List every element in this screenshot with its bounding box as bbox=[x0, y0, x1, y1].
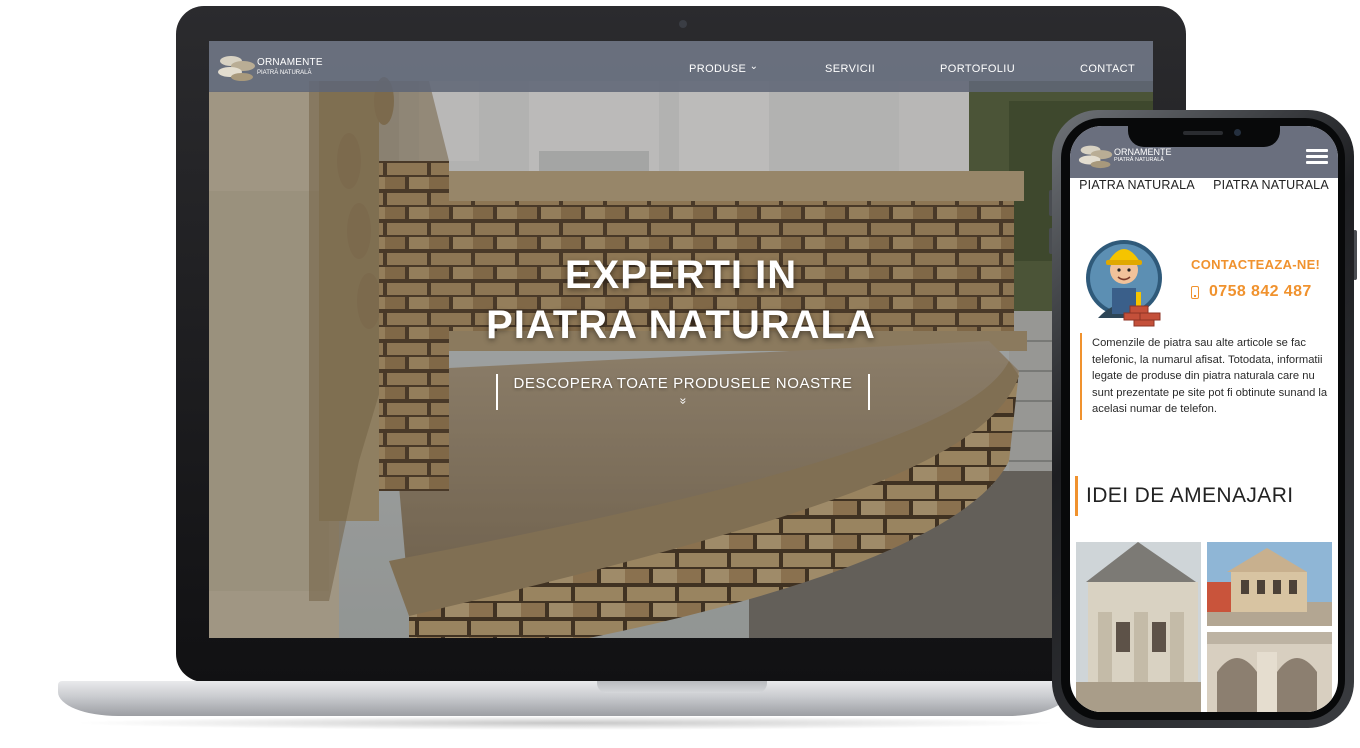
cta-label: DESCOPERA TOATE PRODUSELE NOASTRE bbox=[513, 375, 853, 392]
phone-camera bbox=[1234, 129, 1241, 136]
mobile-logo-title: ORNAMENTE bbox=[1114, 146, 1172, 157]
ordering-info-text: Comenzile de piatra sau alte articole se… bbox=[1080, 333, 1332, 420]
site-logo[interactable]: ORNAMENTE PIATRĂ NATURALĂ bbox=[217, 52, 323, 82]
gallery-image-house-facade[interactable] bbox=[1076, 542, 1201, 712]
mobile-website-screen: ORNAMENTE PIATRĂ NATURALĂ PIATRA NATURAL… bbox=[1070, 126, 1338, 712]
desktop-navbar: ORNAMENTE PIATRĂ NATURALĂ PRODUSE ⌄ SERV… bbox=[209, 41, 1153, 92]
ideas-section-title: IDEI DE AMENAJARI bbox=[1075, 476, 1294, 516]
phone-number-link[interactable]: 0758 842 487 bbox=[1191, 283, 1312, 301]
marquee-item: PIATRA NATURALA bbox=[1079, 178, 1195, 192]
nav-portofoliu[interactable]: PORTOFOLIU bbox=[940, 63, 1015, 75]
stone-logo-icon bbox=[218, 56, 255, 81]
mobile-logo-subtitle: PIATRĂ NATURALĂ bbox=[1114, 156, 1164, 163]
hero-title-line1: EXPERTI IN bbox=[564, 253, 798, 297]
double-chevron-down-icon: » bbox=[676, 397, 690, 405]
hero-title-line2: PIATRA NATURALA bbox=[486, 303, 876, 347]
marquee-item: PIATRA NATURALA bbox=[1213, 178, 1329, 192]
nav-contact[interactable]: CONTACT bbox=[1080, 63, 1135, 75]
contact-us-link[interactable]: CONTACTEAZA-NE! bbox=[1191, 257, 1320, 272]
phone-speaker bbox=[1183, 131, 1223, 135]
laptop-hinge-notch bbox=[597, 681, 767, 693]
gallery-image-arches[interactable] bbox=[1207, 632, 1332, 712]
logo-title: ORNAMENTE bbox=[257, 57, 323, 68]
hamburger-menu-icon[interactable] bbox=[1306, 149, 1328, 165]
marquee-banner: PIATRA NATURALA PIATRA NATURALA bbox=[1070, 178, 1338, 196]
stone-logo-icon bbox=[1078, 145, 1113, 169]
phone-notch bbox=[1128, 125, 1280, 147]
desktop-website-screen: ORNAMENTE PIATRĂ NATURALĂ PRODUSE ⌄ SERV… bbox=[209, 41, 1153, 638]
nav-produse[interactable]: PRODUSE ⌄ bbox=[689, 61, 759, 75]
discover-products-button[interactable]: DESCOPERA TOATE PRODUSELE NOASTRE » bbox=[496, 374, 870, 410]
gallery-image-villa[interactable] bbox=[1207, 542, 1332, 626]
laptop-shadow bbox=[70, 716, 1060, 730]
phone-number: 0758 842 487 bbox=[1209, 283, 1312, 300]
mobile-phone-icon bbox=[1191, 285, 1199, 299]
logo-subtitle: PIATRĂ NATURALĂ bbox=[257, 70, 312, 76]
laptop-camera bbox=[679, 20, 687, 28]
nav-produse-label: PRODUSE bbox=[689, 63, 747, 75]
dropdown-caret-icon: ⌄ bbox=[749, 61, 759, 72]
nav-servicii[interactable]: SERVICII bbox=[825, 63, 875, 75]
worker-mascot-icon bbox=[1086, 240, 1162, 327]
laptop-base bbox=[58, 681, 1068, 716]
